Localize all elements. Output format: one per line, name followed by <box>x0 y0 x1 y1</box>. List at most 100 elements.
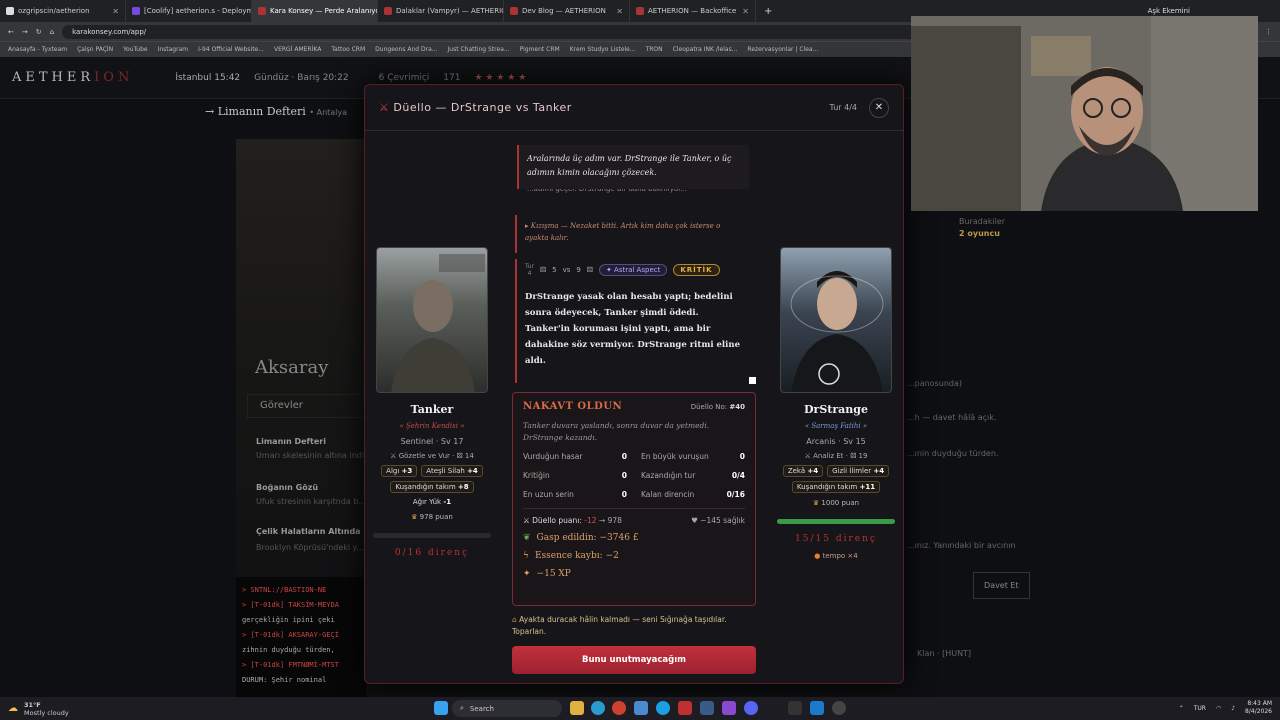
weather-icon: ☁ <box>8 703 18 714</box>
home-icon[interactable]: ⌂ <box>50 28 54 36</box>
modifier-chip: Gizli İlimler +4 <box>827 465 890 477</box>
task-title[interactable]: Boğanın Gözü <box>256 483 318 492</box>
tab-label: AETHERION — Backoffice <box>648 7 737 15</box>
hp-bar <box>777 519 895 524</box>
bookmark-item[interactable]: Cleopatra INK /lelas... <box>673 46 738 53</box>
panel-text: Buradakiler <box>959 217 1006 226</box>
panel-text: ...ınız. Yanındaki bir avcının <box>907 541 1016 550</box>
bookmark-item[interactable]: Pigment CRM <box>520 46 560 53</box>
result-description: Tanker duvara yaslandı, sonra duvar da y… <box>523 421 710 442</box>
steam-icon[interactable] <box>700 701 714 715</box>
bookmark-item[interactable]: YouTube <box>123 46 147 53</box>
stat-row: En uzun serin 0 <box>523 490 627 499</box>
invite-button[interactable]: Davet Et <box>973 572 1030 599</box>
wifi-icon[interactable]: ◠ <box>1216 705 1221 712</box>
close-tab-icon[interactable]: ✕ <box>616 7 623 16</box>
result-title: NAKAVT OLDUN <box>523 401 623 412</box>
app-icon[interactable] <box>678 701 692 715</box>
site-logo[interactable]: AETHERION <box>12 70 133 85</box>
modifier-chip: Zekâ +4 <box>782 465 824 477</box>
bookmark-item[interactable]: Dungeons And Dra... <box>375 46 437 53</box>
loss-row: ϟ Essence kaybı: −2 <box>523 551 619 561</box>
browser-tab-active[interactable]: Kara Konsey — Perde Aralanıyo✕ <box>252 0 378 22</box>
chevron-up-icon[interactable]: ⌃ <box>1179 705 1184 712</box>
dismiss-button[interactable]: Bunu unutmayacağım <box>512 646 756 674</box>
tab-label: [Coolify] aetherion.s - Deploym <box>144 7 252 15</box>
bookmark-item[interactable]: Tattoo CRM <box>331 46 365 53</box>
menu-icon[interactable]: ⋮ <box>1265 28 1272 36</box>
location-title: Aksaray <box>255 357 329 378</box>
terminal-icon[interactable] <box>788 701 802 715</box>
edge-icon[interactable] <box>591 701 605 715</box>
reload-icon[interactable]: ↻ <box>36 28 42 36</box>
task-sub: Ufuk stresinin karşıtnda b... <box>256 497 367 506</box>
vscode-icon[interactable] <box>810 701 824 715</box>
fighter-action: ⚔ Analiz Et · ⚄ 19 <box>804 452 868 460</box>
forward-icon[interactable]: → <box>22 28 28 36</box>
windows-start-icon[interactable] <box>434 701 448 715</box>
browser-tab[interactable]: [Coolify] aetherion.s - Deploym✕ <box>126 0 252 22</box>
weather-widget[interactable]: 31°F Mostly cloudy <box>24 701 69 717</box>
close-tab-icon[interactable]: ✕ <box>112 7 119 16</box>
skype-icon[interactable] <box>656 701 670 715</box>
terminal-line: zihnin duyduğu türden, <box>242 646 335 654</box>
obs-icon[interactable] <box>832 701 846 715</box>
bookmark-item[interactable]: Just Chatting Strea... <box>448 46 510 53</box>
soldier-portrait-icon <box>391 254 485 392</box>
task-sub: Umarı skelesinin altına indi... <box>256 451 372 460</box>
bookmark-item[interactable]: Rezervasyonlar | Clea... <box>747 46 818 53</box>
tab-label: Kara Konsey — Perde Aralanıyo <box>270 7 378 15</box>
speaker-icon[interactable]: ♪ <box>1231 705 1235 712</box>
result-card: NAKAVT OLDUN Düello No: #40 Tanker duvar… <box>512 392 756 606</box>
bookmark-item[interactable]: Krem Studyo Listele... <box>570 46 636 53</box>
header-item: İstanbul 15:42 <box>175 72 241 83</box>
battle-log[interactable]: Aralarında üç adım var. DrStrange ile Ta… <box>511 141 757 386</box>
fighter-title: « Şehrin Kendisi » <box>399 422 465 430</box>
stat-row: Kalan direncin 0/16 <box>641 490 745 499</box>
stat-row: Kazandığın tur 0/4 <box>641 471 745 480</box>
language-indicator[interactable]: TUR <box>1194 705 1206 712</box>
hp-bar <box>373 533 491 538</box>
discord-icon[interactable] <box>744 701 758 715</box>
profile-name[interactable]: Aşk Ekemini <box>1148 7 1190 15</box>
chrome-icon[interactable] <box>612 701 626 715</box>
taskbar-search[interactable]: ⌕ Search <box>452 700 562 717</box>
fighter-portrait <box>780 247 892 393</box>
crossed-swords-icon: ⚔ <box>379 101 390 114</box>
roll-right: 9 <box>576 266 581 274</box>
browser-tab[interactable]: Dalaklar (Vampyr) — AETHERIO✕ <box>378 0 504 22</box>
new-tab-icon[interactable]: + <box>764 6 772 17</box>
divider <box>523 508 745 509</box>
browser-tab[interactable]: ozgripscin/aetherion ✕ <box>0 0 126 22</box>
close-icon[interactable]: ✕ <box>869 97 889 118</box>
store-icon[interactable] <box>634 701 648 715</box>
bookmark-item[interactable]: Instagram <box>158 46 189 53</box>
bookmark-item[interactable]: I-94 Official Website... <box>198 46 264 53</box>
bookmark-item[interactable]: VERGİ AMERİKA <box>274 46 321 53</box>
resistance-text: 0/16 direnç <box>394 548 470 558</box>
app-icon[interactable] <box>722 701 736 715</box>
browser-tab[interactable]: Dev Blog — AETHERION ✕ <box>504 0 630 22</box>
url-text: karakonsey.com/app/ <box>72 27 147 36</box>
duel-number: Düello No: #40 <box>690 402 745 411</box>
task-title[interactable]: Çelik Halatların Altında <box>256 527 361 536</box>
browser-tab[interactable]: AETHERION — Backoffice ✕ <box>630 0 756 22</box>
turn-narration: DrStrange yasak olan hesabı yaptı; bedel… <box>525 292 740 366</box>
bookmark-item[interactable]: TRON <box>646 46 663 53</box>
stat-row: Vurduğun hasar 0 <box>523 452 627 461</box>
task-title[interactable]: Limanın Defteri <box>256 437 326 446</box>
bookmark-item[interactable]: Anasayfa - Tyxteam <box>8 46 67 53</box>
scroll-handle[interactable] <box>749 377 756 384</box>
money-bag-icon: ❦ <box>523 533 531 543</box>
result-stats: Vurduğun hasar 0 En büyük vuruşun 0 Kritiğ… <box>523 452 745 499</box>
modifier-chip: Ateşli Silah +4 <box>421 465 483 477</box>
header-item: 6 Çevrimiçi <box>378 72 430 83</box>
bookmark-item[interactable]: Çalşn PAÇİN <box>77 46 113 53</box>
lightning-icon: ϟ <box>523 551 529 561</box>
fire-icon: ● <box>814 552 823 560</box>
clock[interactable]: 8:43 AM 8/4/2026 <box>1245 700 1272 716</box>
close-tab-icon[interactable]: ✕ <box>742 7 749 16</box>
back-icon[interactable]: ← <box>8 28 14 36</box>
loss-row: ✦ −15 XP <box>523 569 571 579</box>
file-explorer-icon[interactable] <box>570 701 584 715</box>
